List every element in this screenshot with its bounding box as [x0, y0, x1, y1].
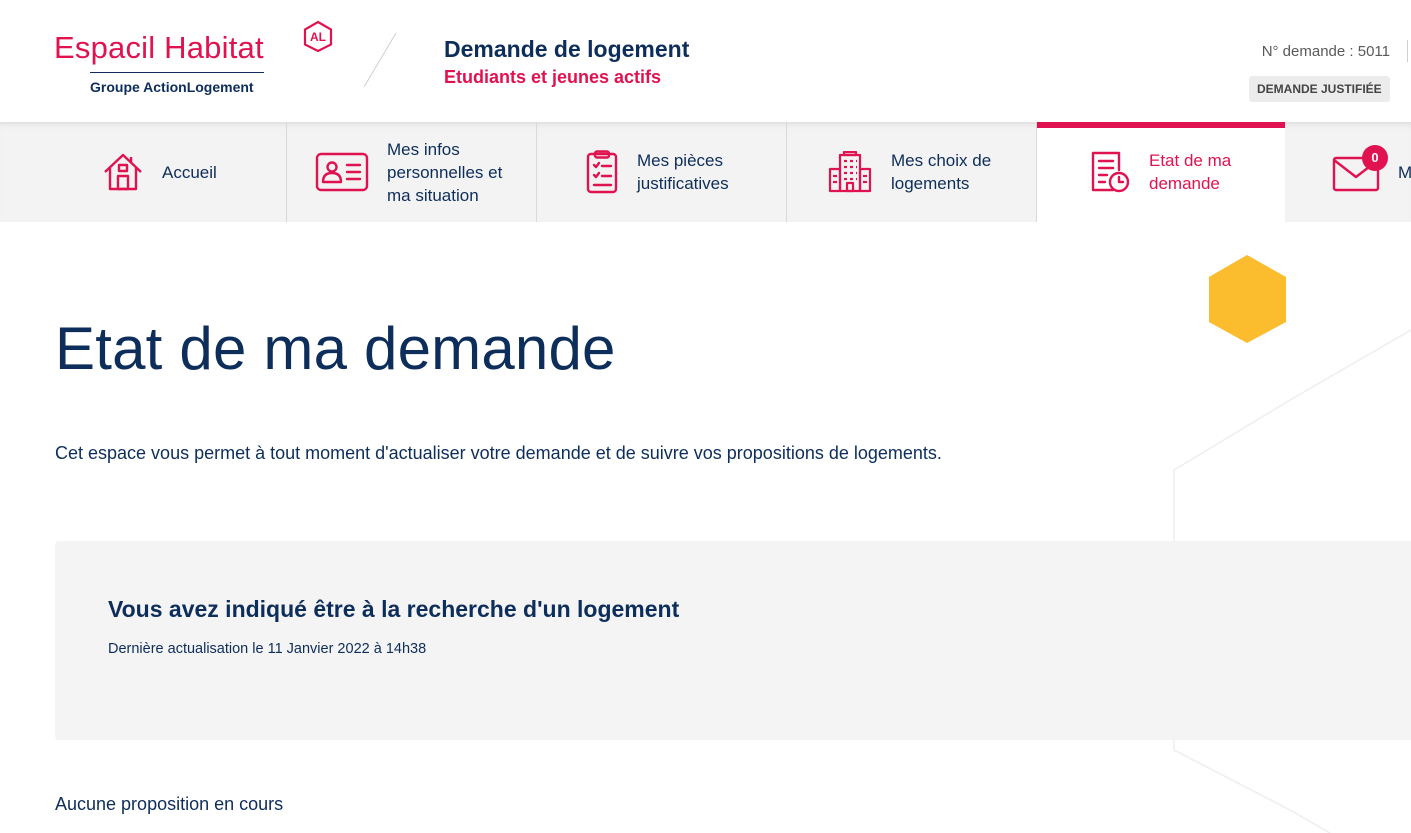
- request-status-heading: Vous avez indiqué être à la recherche d'…: [108, 596, 680, 622]
- header-separator-slash: [363, 32, 397, 88]
- logo-group-prefix: Groupe Action: [90, 79, 187, 95]
- page-app-subtitle: Etudiants et jeunes actifs: [444, 67, 662, 87]
- request-last-updated: Dernière actualisation le 11 Janvier 202…: [108, 641, 427, 657]
- logo-badge-text: AL: [310, 30, 326, 44]
- clipboard-icon: [586, 150, 618, 194]
- request-status-panel: Vous avez indiqué être à la recherche d'…: [55, 541, 1411, 740]
- request-number: N° demande : 5011: [1261, 43, 1390, 60]
- nav-item-accueil[interactable]: Accueil: [0, 122, 287, 222]
- site-header: Espacil Habitat AL Groupe ActionLogement…: [0, 0, 1411, 122]
- home-icon: [102, 151, 144, 193]
- building-icon: [827, 151, 873, 193]
- nav-label-messages: M: [1398, 162, 1411, 182]
- header-right-divider: [1407, 40, 1408, 62]
- status-badge: DEMANDE JUSTIFIÉE: [1249, 76, 1390, 102]
- nav-label-infos-personnelles: Mes infos personnelles et ma situation: [387, 139, 503, 205]
- messages-count-badge: 0: [1362, 145, 1388, 171]
- espacil-habitat-logo[interactable]: Espacil Habitat AL Groupe ActionLogement: [54, 20, 344, 100]
- nav-label-choix-logements: Mes choix de logements: [891, 151, 992, 193]
- nav-label-accueil: Accueil: [162, 162, 217, 182]
- page-title: Etat de ma demande: [55, 315, 616, 382]
- logo-brand-name: Espacil Habitat: [54, 30, 264, 65]
- id-card-icon: [315, 151, 369, 193]
- logo-group-name: Groupe ActionLogement: [90, 79, 254, 95]
- nav-item-pieces-justificatives[interactable]: Mes pièces justificatives: [537, 122, 787, 222]
- page-intro: Cet espace vous permet à tout moment d'a…: [55, 443, 942, 463]
- nav-item-choix-logements[interactable]: Mes choix de logements: [787, 122, 1037, 222]
- nav-item-messages[interactable]: M 0: [1285, 122, 1411, 222]
- logo-divider: [90, 72, 264, 73]
- main-navigation: Accueil Mes infos personnelles et ma sit…: [0, 122, 1411, 222]
- action-logement-badge-icon: AL: [303, 20, 333, 52]
- no-proposal-message: Aucune proposition en cours: [55, 794, 284, 814]
- nav-label-pieces-justificatives: Mes pièces justificatives: [637, 151, 729, 193]
- page-app-title: Demande de logement: [444, 36, 690, 62]
- nav-label-etat-demande: Etat de ma demande: [1149, 151, 1232, 193]
- logo-group-suffix: Logement: [186, 79, 254, 95]
- nav-item-infos-personnelles[interactable]: Mes infos personnelles et ma situation: [287, 122, 537, 222]
- nav-item-etat-demande[interactable]: Etat de ma demande: [1037, 122, 1285, 222]
- document-clock-icon: [1089, 150, 1131, 194]
